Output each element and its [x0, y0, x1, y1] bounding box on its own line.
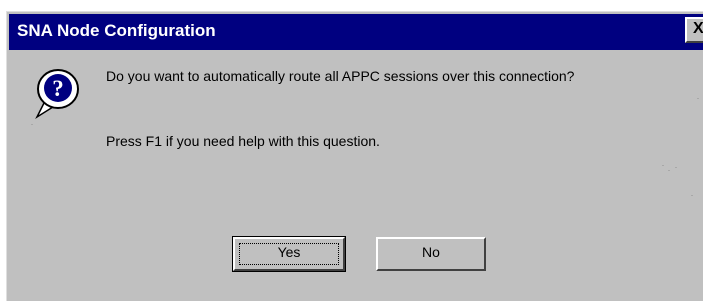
yes-button[interactable]: Yes: [232, 236, 346, 272]
svg-text:?: ?: [52, 76, 64, 101]
message-area: Do you want to automatically route all A…: [106, 67, 616, 149]
question-text: Do you want to automatically route all A…: [106, 68, 575, 84]
title-bar[interactable]: SNA Node Configuration: [9, 14, 703, 50]
background-speckle: [662, 165, 664, 166]
background-speckle: [31, 124, 33, 125]
question-icon: ?: [31, 65, 87, 121]
window-title: SNA Node Configuration: [17, 21, 216, 40]
dialog-window: SNA Node Configuration X ? Do you want t…: [6, 11, 703, 301]
background-speckle: [691, 195, 693, 196]
no-button[interactable]: No: [376, 237, 486, 271]
background-speckle: [668, 170, 670, 171]
background-speckle: [675, 167, 677, 168]
no-button-label: No: [422, 244, 440, 260]
help-text: Press F1 if you need help with this ques…: [106, 133, 380, 149]
background-speckle: [697, 98, 699, 99]
close-button[interactable]: X: [685, 17, 703, 43]
focus-rectangle: [239, 243, 339, 265]
